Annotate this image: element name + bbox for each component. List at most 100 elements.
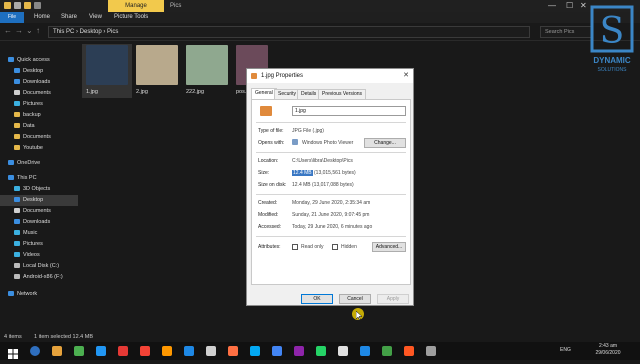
breadcrumb: This PC › Desktop › Pics bbox=[53, 29, 119, 35]
back-arrow-icon[interactable]: ← bbox=[4, 26, 12, 35]
taskbar-app-icon[interactable] bbox=[294, 346, 304, 356]
taskbar-app-icon[interactable] bbox=[52, 346, 62, 356]
file-tab[interactable]: File bbox=[0, 12, 24, 23]
ok-button[interactable]: OK bbox=[301, 294, 333, 304]
sidebar-item-pictures[interactable]: Pictures bbox=[0, 99, 78, 110]
sidebar-item-videos[interactable]: Videos bbox=[0, 250, 78, 261]
hidden-checkbox[interactable] bbox=[332, 244, 338, 250]
manage-tab[interactable]: Manage bbox=[108, 0, 164, 12]
taskbar-app-icon[interactable] bbox=[118, 346, 128, 356]
dynamic-solutions-logo: S DYNAMIC SOLUTIONS bbox=[585, 3, 640, 99]
taskbar-app-icon[interactable] bbox=[360, 346, 370, 356]
item-count: 4 items bbox=[4, 334, 22, 340]
taskbar-app-icon[interactable] bbox=[382, 346, 392, 356]
sidebar-item-youtube[interactable]: Youtube bbox=[0, 143, 78, 154]
sidebar-item-label: Network bbox=[17, 291, 38, 297]
folder-icon bbox=[14, 145, 20, 151]
advanced-button[interactable]: Advanced... bbox=[372, 242, 406, 252]
sidebar-item-music[interactable]: Music bbox=[0, 228, 78, 239]
maximize-button[interactable]: ☐ bbox=[566, 0, 573, 12]
sidebar-item-desktop[interactable]: Desktop bbox=[0, 66, 78, 77]
sidebar-item-android-x86-f[interactable]: Android-x86 (F:) bbox=[0, 272, 78, 283]
taskbar-app-icon[interactable] bbox=[338, 346, 348, 356]
sidebar-item-label: Local Disk (C:) bbox=[23, 263, 60, 269]
sidebar-item-label: Youtube bbox=[23, 145, 43, 151]
folder-icon bbox=[8, 291, 14, 297]
recent-dropdown-icon[interactable]: ⌄ bbox=[26, 26, 33, 35]
taskbar-app-icon[interactable] bbox=[250, 346, 260, 356]
tab-share[interactable]: Share bbox=[61, 12, 77, 23]
tab-details[interactable]: Details bbox=[297, 89, 321, 99]
tab-home[interactable]: Home bbox=[34, 12, 50, 23]
sidebar-item-desktop[interactable]: Desktop bbox=[0, 195, 78, 206]
address-bar[interactable]: This PC › Desktop › Pics bbox=[48, 26, 530, 38]
sidebar-item-downloads[interactable]: Downloads bbox=[0, 77, 78, 88]
sidebar-item-backup[interactable]: backup bbox=[0, 110, 78, 121]
dialog-title-text: 1.jpg Properties bbox=[261, 73, 304, 79]
search-placeholder: Search Pics bbox=[545, 29, 575, 35]
sidebar-item-documents[interactable]: Documents bbox=[0, 88, 78, 99]
file-item-3[interactable]: 222.jpg bbox=[186, 45, 228, 95]
taskbar-app-icon[interactable] bbox=[74, 346, 84, 356]
taskbar-app-icon[interactable] bbox=[228, 346, 238, 356]
sidebar-item-onedrive[interactable]: OneDrive bbox=[0, 158, 78, 169]
sidebar-item-this-pc[interactable]: This PC bbox=[0, 173, 78, 184]
sidebar-item-pictures[interactable]: Pictures bbox=[0, 239, 78, 250]
forward-arrow-icon[interactable]: → bbox=[15, 26, 23, 35]
language-indicator[interactable]: ENG bbox=[560, 347, 571, 353]
attributes-label: Attributes: bbox=[258, 244, 281, 250]
sidebar-item-3d-objects[interactable]: 3D Objects bbox=[0, 184, 78, 195]
sidebar-item-local-disk-c[interactable]: Local Disk (C:) bbox=[0, 261, 78, 272]
file-item-2[interactable]: 2.jpg bbox=[136, 45, 178, 95]
sidebar-item-label: Videos bbox=[23, 252, 40, 258]
tab-view[interactable]: View bbox=[89, 12, 102, 23]
sidebar-item-data[interactable]: Data bbox=[0, 121, 78, 132]
folder-icon bbox=[14, 101, 20, 107]
taskbar-app-icon[interactable] bbox=[206, 346, 216, 356]
folder-icon bbox=[14, 134, 20, 140]
taskbar-app-icon[interactable] bbox=[96, 346, 106, 356]
sidebar-item-documents[interactable]: Documents bbox=[0, 206, 78, 217]
sidebar-item-downloads[interactable]: Downloads bbox=[0, 217, 78, 228]
sidebar-item-network[interactable]: Network bbox=[0, 289, 78, 300]
taskbar-app-icon[interactable] bbox=[140, 346, 150, 356]
taskbar-app-icon[interactable] bbox=[30, 346, 40, 356]
taskbar-app-icon[interactable] bbox=[184, 346, 194, 356]
properties-icon[interactable] bbox=[14, 2, 21, 9]
file-name: 222.jpg bbox=[186, 89, 205, 95]
folder-icon bbox=[14, 68, 20, 74]
new-folder-icon[interactable] bbox=[24, 2, 31, 9]
apply-button[interactable]: Apply bbox=[377, 294, 409, 304]
folder-icon bbox=[14, 219, 20, 225]
sidebar-item-documents[interactable]: Documents bbox=[0, 132, 78, 143]
up-arrow-icon[interactable]: ↑ bbox=[36, 26, 40, 35]
taskbar-app-icon[interactable] bbox=[404, 346, 414, 356]
sidebar-item-label: Data bbox=[23, 123, 35, 129]
minimize-button[interactable]: — bbox=[548, 0, 556, 12]
clock[interactable]: 2:43 am 29/06/2020 bbox=[588, 343, 628, 357]
folder-icon bbox=[14, 90, 20, 96]
sidebar-item-label: Music bbox=[23, 230, 38, 236]
tab-general[interactable]: General bbox=[251, 88, 277, 99]
file-item-1[interactable]: 1.jpg bbox=[86, 45, 128, 95]
change-button[interactable]: Change... bbox=[364, 138, 406, 148]
divider bbox=[256, 194, 406, 195]
taskbar-app-icon[interactable] bbox=[426, 346, 436, 356]
dialog-close-button[interactable]: ✕ bbox=[403, 69, 409, 83]
tab-picture-tools[interactable]: Picture Tools bbox=[114, 12, 148, 23]
quick-access-dropdown-icon[interactable] bbox=[34, 2, 41, 9]
taskbar-app-icon[interactable] bbox=[316, 346, 326, 356]
sidebar-item-quick-access[interactable]: Quick access bbox=[0, 55, 78, 66]
type-label: Type of file: bbox=[258, 128, 284, 134]
created-label: Created: bbox=[258, 200, 278, 206]
start-button-windows-icon[interactable] bbox=[8, 346, 18, 359]
size-label: Size: bbox=[258, 170, 270, 176]
cancel-button[interactable]: Cancel bbox=[339, 294, 371, 304]
filename-field[interactable]: 1.jpg bbox=[292, 106, 406, 116]
taskbar-app-icon[interactable] bbox=[272, 346, 282, 356]
tab-previous-versions[interactable]: Previous Versions bbox=[318, 89, 367, 99]
readonly-checkbox[interactable] bbox=[292, 244, 298, 250]
window-title: Pics bbox=[170, 3, 182, 9]
folder-icon bbox=[14, 186, 20, 192]
taskbar-app-icon[interactable] bbox=[162, 346, 172, 356]
